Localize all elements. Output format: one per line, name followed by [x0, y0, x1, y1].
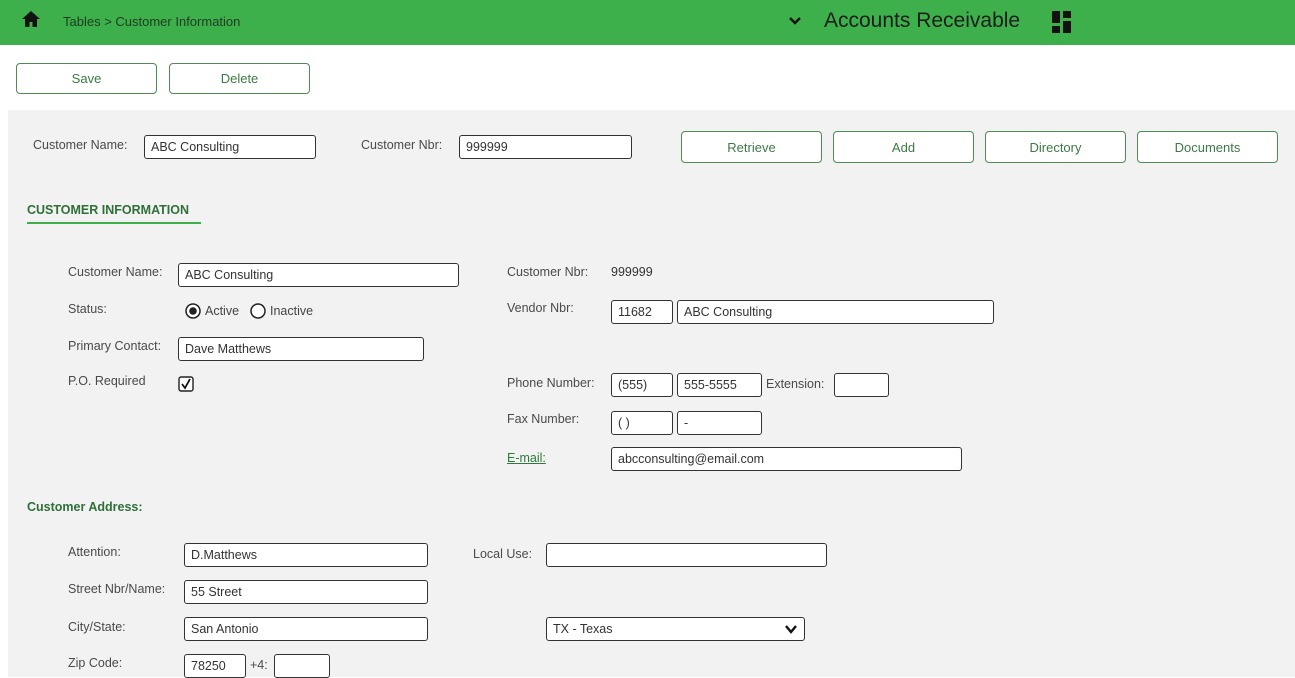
app-title: Accounts Receivable [824, 9, 1021, 32]
state-select-value: TX - Texas [553, 622, 613, 636]
po-required-label: P.O. Required [68, 374, 146, 388]
customer-nbr-label: Customer Nbr: [507, 265, 589, 279]
primary-contact-input[interactable]: Dave Matthews [178, 337, 424, 361]
local-use-input[interactable] [546, 543, 827, 567]
extension-input[interactable] [834, 373, 889, 397]
email-input[interactable]: abcconsulting@email.com [611, 447, 962, 471]
home-icon[interactable] [21, 9, 41, 29]
status-inactive-label[interactable]: Inactive [270, 304, 313, 318]
vendor-nbr-label: Vendor Nbr: [507, 301, 574, 315]
fax-number-input[interactable]: - [677, 411, 762, 435]
phone-area-input[interactable]: (555) [611, 373, 673, 397]
directory-button[interactable]: Directory [985, 131, 1126, 163]
status-inactive-radio[interactable] [250, 303, 266, 319]
vendor-name-input[interactable]: ABC Consulting [677, 300, 994, 324]
customer-name-label: Customer Name: [68, 265, 163, 279]
local-use-label: Local Use: [473, 547, 533, 561]
city-state-label: City/State: [68, 620, 126, 634]
plus4-input[interactable] [274, 654, 330, 678]
chevron-down-icon [785, 625, 797, 634]
extension-label: Extension: [766, 377, 825, 391]
search-customer-name-input[interactable]: ABC Consulting [144, 135, 316, 159]
phone-number-label: Phone Number: [507, 376, 595, 390]
search-customer-nbr-input[interactable]: 999999 [459, 135, 632, 159]
plus4-label: +4: [250, 658, 268, 672]
status-label: Status: [68, 302, 107, 316]
breadcrumb[interactable]: Tables > Customer Information [63, 14, 240, 29]
add-button[interactable]: Add [833, 131, 974, 163]
chevron-down-icon[interactable] [787, 13, 803, 29]
status-active-radio[interactable] [185, 303, 201, 319]
phone-number-input[interactable]: 555-5555 [677, 373, 762, 397]
attention-label: Attention: [68, 545, 121, 559]
documents-button[interactable]: Documents [1137, 131, 1278, 163]
save-button[interactable]: Save [16, 63, 157, 94]
primary-contact-label: Primary Contact: [68, 339, 162, 353]
search-customer-name-label: Customer Name: [33, 138, 128, 152]
vendor-nbr-input[interactable]: 11682 [611, 300, 673, 324]
customer-information-heading: CUSTOMER INFORMATION [27, 203, 190, 217]
zip-code-input[interactable]: 78250 [184, 654, 246, 678]
street-input[interactable]: 55 Street [184, 580, 428, 604]
city-input[interactable]: San Antonio [184, 617, 428, 641]
customer-address-heading: Customer Address: [27, 500, 143, 514]
customer-name-input[interactable]: ABC Consulting [178, 263, 459, 287]
fax-number-label: Fax Number: [507, 412, 580, 426]
delete-button[interactable]: Delete [169, 63, 310, 94]
po-required-checkbox[interactable] [178, 376, 194, 392]
customer-nbr-value: 999999 [611, 265, 653, 279]
email-link[interactable]: E-mail: [507, 451, 546, 465]
fax-area-input[interactable]: ( ) [611, 411, 673, 435]
search-customer-nbr-label: Customer Nbr: [361, 138, 443, 152]
zip-code-label: Zip Code: [68, 656, 123, 670]
section-underline [27, 222, 201, 224]
state-select[interactable]: TX - Texas [546, 617, 805, 641]
retrieve-button[interactable]: Retrieve [681, 131, 822, 163]
dashboard-grid-icon[interactable] [1052, 11, 1072, 33]
status-active-label[interactable]: Active [205, 304, 239, 318]
street-label: Street Nbr/Name: [68, 582, 166, 596]
attention-input[interactable]: D.Matthews [184, 543, 428, 567]
